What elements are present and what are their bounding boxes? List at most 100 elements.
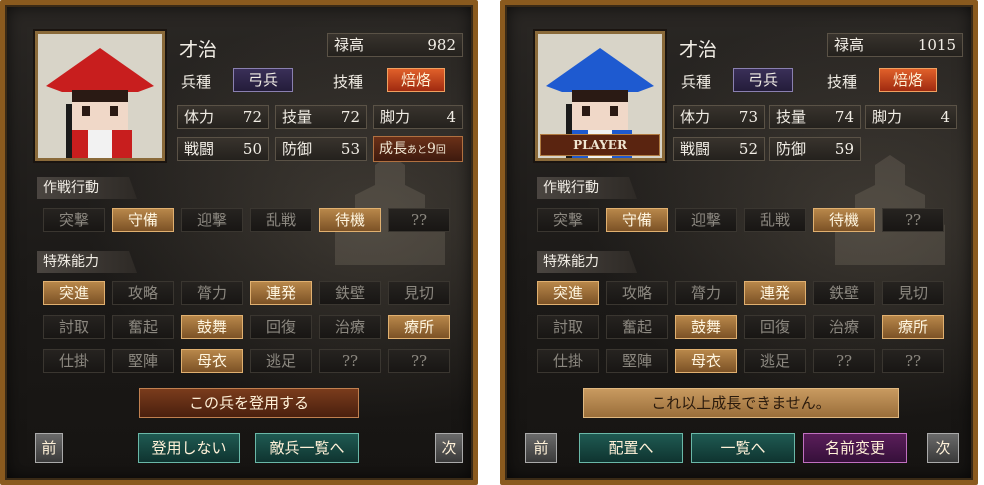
tactic-cell[interactable]: 迎撃 <box>675 208 737 232</box>
ability-cell[interactable]: 鼓舞 <box>181 315 243 339</box>
ability-cell[interactable]: 突進 <box>43 281 105 305</box>
ability-cell[interactable]: ?? <box>882 349 944 373</box>
growth-label: 成長 <box>379 141 407 157</box>
ability-cell[interactable]: 連発 <box>250 281 312 305</box>
ability-cell[interactable]: 突進 <box>537 281 599 305</box>
ability-cell[interactable]: 母衣 <box>675 349 737 373</box>
ability-cell[interactable]: 母衣 <box>181 349 243 373</box>
ability-cell[interactable]: 仕掛 <box>43 349 105 373</box>
ability-cell[interactable]: 見切 <box>388 281 450 305</box>
tactic-cell[interactable]: 守備 <box>606 208 668 232</box>
prev-button[interactable]: 前 <box>35 433 63 463</box>
stat-label: 技量 <box>282 108 313 126</box>
tactic-cell[interactable]: 突撃 <box>537 208 599 232</box>
ability-cell[interactable]: 療所 <box>388 315 450 339</box>
ability-cell[interactable]: 堅陣 <box>606 349 668 373</box>
ability-cell[interactable]: 奮起 <box>606 315 668 339</box>
prev-button[interactable]: 前 <box>525 433 557 463</box>
ability-cell[interactable]: ?? <box>388 349 450 373</box>
ability-cell[interactable]: 攻略 <box>606 281 668 305</box>
abilities-section-title: 特殊能力 <box>37 251 137 273</box>
ability-cell[interactable]: 討取 <box>43 315 105 339</box>
ability-cell[interactable]: 仕掛 <box>537 349 599 373</box>
stipend-value: 982 <box>427 36 456 54</box>
deploy-button[interactable]: 配置へ <box>579 433 683 463</box>
skill-type-value: 焙烙 <box>387 68 445 92</box>
player-tag: PLAYER <box>540 134 660 156</box>
stat-value: 52 <box>738 140 758 158</box>
ability-cell[interactable]: 討取 <box>537 315 599 339</box>
tactic-cell[interactable]: 突撃 <box>43 208 105 232</box>
skill-type-label: 技種 <box>827 73 858 91</box>
stipend-label: 禄高 <box>834 36 865 54</box>
unit-name: 才治 <box>179 39 218 61</box>
tactic-cell[interactable]: ?? <box>388 208 450 232</box>
tactic-cell[interactable]: 待機 <box>813 208 875 232</box>
stat-label: 戦闘 <box>680 140 711 158</box>
stat-speed: 脚力 4 <box>373 105 463 129</box>
left-unit-panel: 才治 禄高 982 兵種 弓兵 技種 焙烙 体力 72 技量 72 脚力 4 戦闘 50… <box>0 0 478 485</box>
growth-unit: 回 <box>435 145 446 156</box>
tactic-cell[interactable]: 乱戦 <box>250 208 312 232</box>
troop-type-value: 弓兵 <box>233 68 293 92</box>
tactic-cell[interactable]: 守備 <box>112 208 174 232</box>
ability-cell[interactable]: 堅陣 <box>112 349 174 373</box>
stat-label: 防御 <box>776 140 807 158</box>
decline-recruit-button[interactable]: 登用しない <box>138 433 240 463</box>
rename-button[interactable]: 名前変更 <box>803 433 907 463</box>
growth-remaining-badge: 成長あと9回 <box>373 136 463 162</box>
stat-value: 4 <box>940 108 950 126</box>
recruit-unit-button[interactable]: この兵を登用する <box>139 388 359 418</box>
stat-combat: 戦闘 50 <box>177 137 269 161</box>
stipend-value: 1015 <box>917 36 956 54</box>
stat-label: 体力 <box>680 108 711 126</box>
ability-cell[interactable]: 鉄壁 <box>813 281 875 305</box>
abilities-section-title: 特殊能力 <box>537 251 637 273</box>
ability-cell[interactable]: 鼓舞 <box>675 315 737 339</box>
ability-cell[interactable]: 連発 <box>744 281 806 305</box>
stat-value: 72 <box>340 108 360 126</box>
ability-cell[interactable]: 療所 <box>882 315 944 339</box>
ability-cell[interactable]: 膂力 <box>181 281 243 305</box>
stat-value: 50 <box>242 140 262 158</box>
stipend-label: 禄高 <box>334 36 365 54</box>
tactic-cell[interactable]: ?? <box>882 208 944 232</box>
ability-cell[interactable]: 逃足 <box>744 349 806 373</box>
growth-small: あと <box>407 145 427 156</box>
tactic-cell[interactable]: 乱戦 <box>744 208 806 232</box>
stat-label: 脚力 <box>872 108 903 126</box>
ability-cell[interactable]: 逃足 <box>250 349 312 373</box>
ability-cell[interactable]: 見切 <box>882 281 944 305</box>
stat-combat: 戦闘 52 <box>673 137 765 161</box>
stat-label: 脚力 <box>380 108 411 126</box>
stat-label: 技量 <box>776 108 807 126</box>
ability-cell[interactable]: 治療 <box>319 315 381 339</box>
stat-value: 74 <box>834 108 854 126</box>
growth-count: 9 <box>427 141 436 157</box>
next-button[interactable]: 次 <box>435 433 463 463</box>
ability-cell[interactable]: 治療 <box>813 315 875 339</box>
ability-cell[interactable]: ?? <box>813 349 875 373</box>
ability-cell[interactable]: 攻略 <box>112 281 174 305</box>
stat-value: 59 <box>834 140 854 158</box>
stat-defense: 防御 53 <box>275 137 367 161</box>
troop-type-label: 兵種 <box>681 73 712 91</box>
tactic-cell[interactable]: 迎撃 <box>181 208 243 232</box>
ability-cell[interactable]: 回復 <box>250 315 312 339</box>
enemy-list-button[interactable]: 敵兵一覧へ <box>255 433 359 463</box>
ability-cell[interactable]: 膂力 <box>675 281 737 305</box>
tactic-cell[interactable]: 待機 <box>319 208 381 232</box>
skill-type-value: 焙烙 <box>879 68 937 92</box>
tactics-section-title: 作戦行動 <box>37 177 137 199</box>
ability-cell[interactable]: 鉄壁 <box>319 281 381 305</box>
stat-speed: 脚力 4 <box>865 105 957 129</box>
next-button[interactable]: 次 <box>927 433 959 463</box>
ability-cell[interactable]: ?? <box>319 349 381 373</box>
unit-list-button[interactable]: 一覧へ <box>691 433 795 463</box>
ability-cell[interactable]: 回復 <box>744 315 806 339</box>
stat-hp: 体力 72 <box>177 105 269 129</box>
ability-cell[interactable]: 奮起 <box>112 315 174 339</box>
stat-value: 73 <box>738 108 758 126</box>
troop-type-value: 弓兵 <box>733 68 793 92</box>
unit-name: 才治 <box>679 39 718 61</box>
